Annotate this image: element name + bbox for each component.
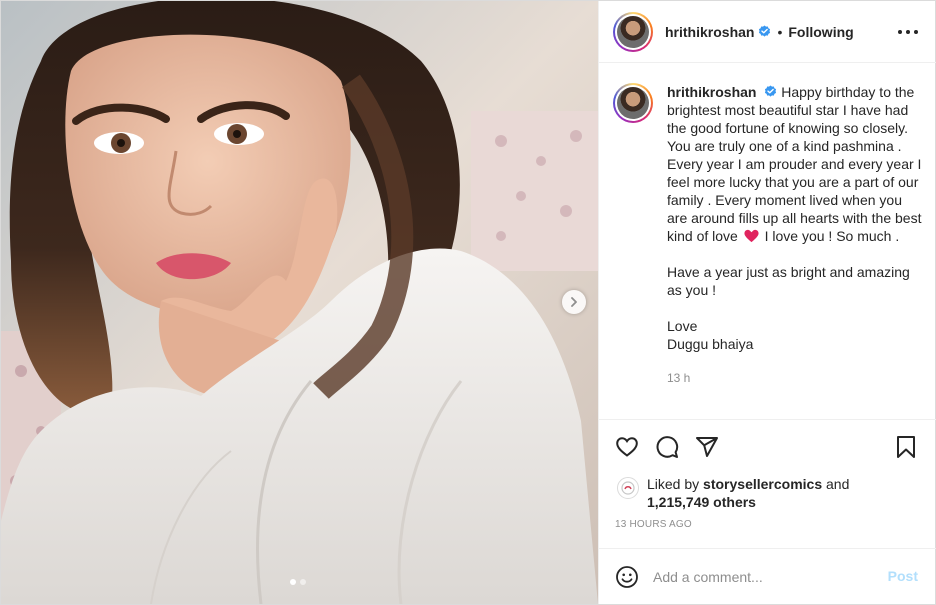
- verified-badge-icon: [765, 85, 777, 97]
- author-username[interactable]: hrithikroshan: [665, 24, 754, 40]
- comment-bubble-icon[interactable]: [655, 435, 679, 459]
- like-heart-icon[interactable]: [615, 435, 639, 459]
- save-bookmark-icon[interactable]: [894, 435, 918, 459]
- carousel-indicator: [290, 579, 306, 585]
- add-comment-input[interactable]: [653, 568, 863, 585]
- post-media[interactable]: [1, 1, 598, 604]
- red-heart-emoji-icon: [744, 229, 759, 243]
- caption-timestamp[interactable]: 13 h: [667, 371, 922, 385]
- caption-author-avatar[interactable]: [613, 83, 653, 123]
- caption-body-end: I love you ! So much .: [764, 228, 900, 244]
- carousel-dot: [300, 579, 306, 585]
- post-actions: [599, 419, 936, 474]
- post-header: hrithikroshan • Following: [599, 1, 936, 63]
- post-photo: [1, 1, 598, 604]
- carousel-dot-active: [290, 579, 296, 585]
- share-direct-icon[interactable]: [695, 435, 719, 459]
- carousel-next-button[interactable]: [562, 290, 586, 314]
- caption-paragraph-2: Have a year just as bright and amazing a…: [667, 264, 910, 298]
- post-side-panel: hrithikroshan • Following hrithikroshan: [598, 1, 936, 604]
- likes-summary: Liked by storysellercomics and 1,215,749…: [617, 475, 927, 511]
- author-avatar[interactable]: [613, 11, 653, 52]
- add-comment-section: Post: [599, 548, 936, 604]
- post-age[interactable]: 13 HOURS AGO: [615, 519, 692, 530]
- chevron-right-icon: [571, 297, 577, 307]
- more-options-button[interactable]: [898, 23, 918, 41]
- post-comment-button[interactable]: Post: [888, 568, 918, 584]
- verified-badge-icon: [759, 25, 771, 37]
- caption-text: hrithikroshan Happy birthday to the brig…: [667, 83, 922, 353]
- liker-avatar[interactable]: [617, 477, 639, 499]
- comments-area[interactable]: hrithikroshan Happy birthday to the brig…: [599, 63, 936, 419]
- header-separator: •: [777, 23, 783, 40]
- caption-signoff-line2: Duggu bhaiya: [667, 336, 754, 352]
- following-button[interactable]: Following: [788, 24, 853, 40]
- caption-signoff-line1: Love: [667, 318, 698, 334]
- caption: hrithikroshan Happy birthday to the brig…: [613, 83, 922, 353]
- emoji-picker-icon[interactable]: [615, 565, 639, 589]
- liked-by-conjunction: and: [826, 476, 850, 492]
- instagram-post: hrithikroshan • Following hrithikroshan: [0, 0, 936, 605]
- likes-count[interactable]: 1,215,749 others: [647, 494, 756, 510]
- likes-text: Liked by storysellercomics and 1,215,749…: [647, 475, 849, 511]
- liker-avatar-icon: [621, 481, 635, 495]
- liked-by-prefix: Liked by: [647, 476, 700, 492]
- caption-username[interactable]: hrithikroshan: [667, 84, 756, 100]
- liked-by-user[interactable]: storysellercomics: [703, 476, 822, 492]
- more-options-icon: [898, 30, 902, 34]
- caption-body-start: Happy birthday to the brightest most bea…: [667, 84, 922, 244]
